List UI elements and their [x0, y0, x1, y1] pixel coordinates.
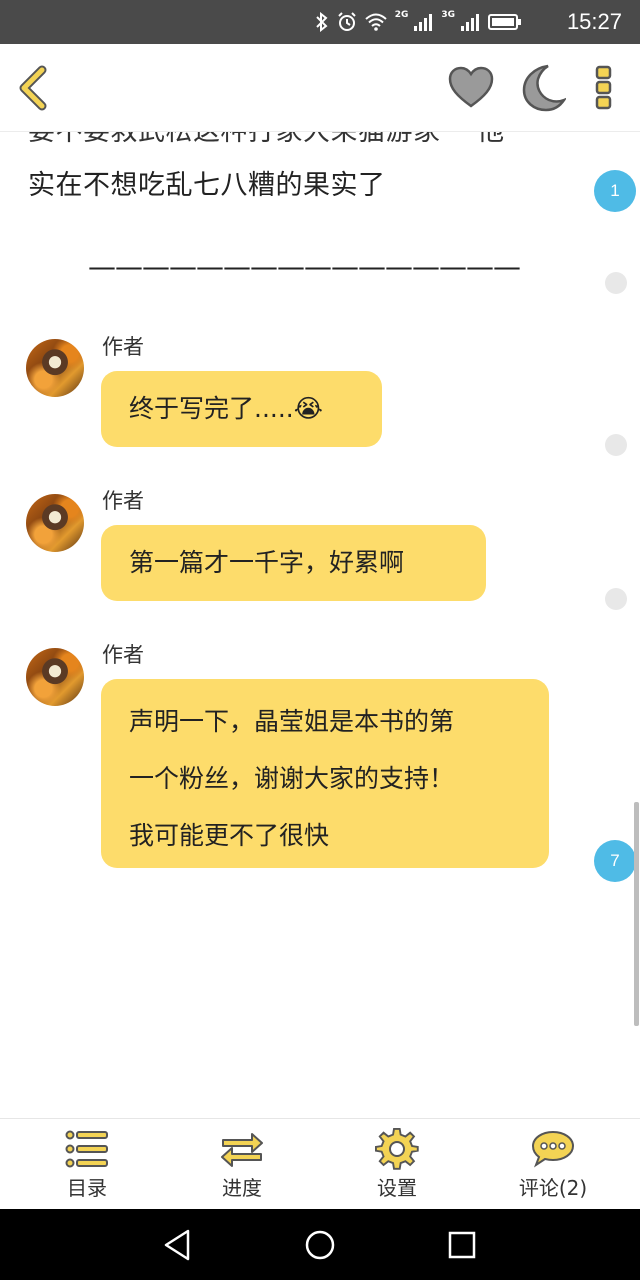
comments-button[interactable]: 评论(2) [498, 1119, 608, 1210]
network-type-3g: 3G [441, 10, 455, 20]
author-avatar [26, 494, 84, 552]
comments-label: 评论(2) [518, 1176, 588, 1200]
chat-bubble-icon [531, 1130, 575, 1168]
bluetooth-icon [315, 12, 328, 32]
list-icon [65, 1130, 108, 1168]
network-type-2g: 2G [394, 10, 409, 20]
home-circle-icon [305, 1230, 335, 1260]
section-separator: ———————————————— [88, 250, 521, 283]
gear-icon [375, 1127, 419, 1170]
nav-home-button[interactable] [302, 1227, 338, 1263]
author-name: 作者 [102, 643, 144, 667]
status-bar: 2G 3G 15:27 [0, 0, 640, 44]
nav-recents-button[interactable] [444, 1227, 480, 1263]
paragraph-cut-off: 要不要救武松这种打家大朵猫游家一 他 [28, 132, 505, 152]
author-name: 作者 [102, 335, 144, 359]
wifi-icon [365, 13, 387, 31]
scrollbar[interactable] [634, 802, 639, 1026]
back-triangle-icon [164, 1229, 190, 1261]
paragraph-comment-badge[interactable]: 1 [594, 170, 636, 212]
settings-label: 设置 [377, 1176, 417, 1200]
battery-icon [488, 14, 521, 30]
status-icons: 2G 3G [315, 10, 522, 34]
settings-button[interactable]: 设置 [342, 1119, 452, 1210]
moon-icon [522, 64, 568, 112]
author-avatar [26, 648, 84, 706]
progress-label: 进度 [222, 1176, 262, 1200]
back-button[interactable] [14, 64, 54, 112]
back-chevron-icon [19, 65, 47, 111]
bubble-line: 终于写完了.....😭 [129, 394, 323, 423]
more-dots-icon [595, 65, 612, 110]
chapter-content[interactable]: 要不要救武松这种打家大朵猫游家一 他 实在不想吃乱七八糟的果实了 1 —————… [0, 132, 640, 1118]
night-mode-button[interactable] [518, 63, 568, 113]
paragraph-comment-badge[interactable]: 7 [594, 840, 636, 882]
alarm-icon [337, 12, 356, 31]
reader-toolbar: 目录 进度 设置 评论(2) [0, 1118, 640, 1209]
comment-dot[interactable] [605, 588, 627, 610]
bubble-line: 声明一下，晶莹姐是本书的第 [129, 707, 455, 736]
more-options-button[interactable] [592, 65, 616, 111]
bubble-line: 我可能更不了很快 [129, 821, 330, 850]
bubble-line: 一个粉丝，谢谢大家的支持！ [129, 764, 455, 793]
system-nav-bar [0, 1209, 640, 1280]
toc-button[interactable]: 目录 [32, 1119, 142, 1210]
swap-arrows-icon [221, 1133, 263, 1167]
paragraph: 实在不想吃乱七八糟的果实了 [28, 170, 386, 201]
author-bubble: 声明一下，晶莹姐是本书的第 一个粉丝，谢谢大家的支持！ 我可能更不了很快 [101, 679, 549, 868]
signal-icon [414, 14, 433, 31]
bubble-line: 第一篇才一千字，好累啊 [129, 548, 405, 577]
heart-icon [448, 66, 494, 108]
author-avatar [26, 339, 84, 397]
signal-icon-2 [461, 14, 479, 31]
comment-dot[interactable] [605, 272, 627, 294]
author-bubble: 终于写完了.....😭 [101, 371, 382, 447]
author-bubble: 第一篇才一千字，好累啊 [101, 525, 486, 601]
status-time: 15:27 [566, 9, 622, 34]
favorite-button[interactable] [447, 64, 495, 112]
toc-label: 目录 [67, 1176, 107, 1200]
reader-top-bar [0, 44, 640, 132]
comment-dot[interactable] [605, 434, 627, 456]
author-name: 作者 [102, 489, 144, 513]
progress-button[interactable]: 进度 [187, 1119, 297, 1210]
recents-square-icon [448, 1231, 476, 1259]
nav-back-button[interactable] [160, 1227, 196, 1263]
